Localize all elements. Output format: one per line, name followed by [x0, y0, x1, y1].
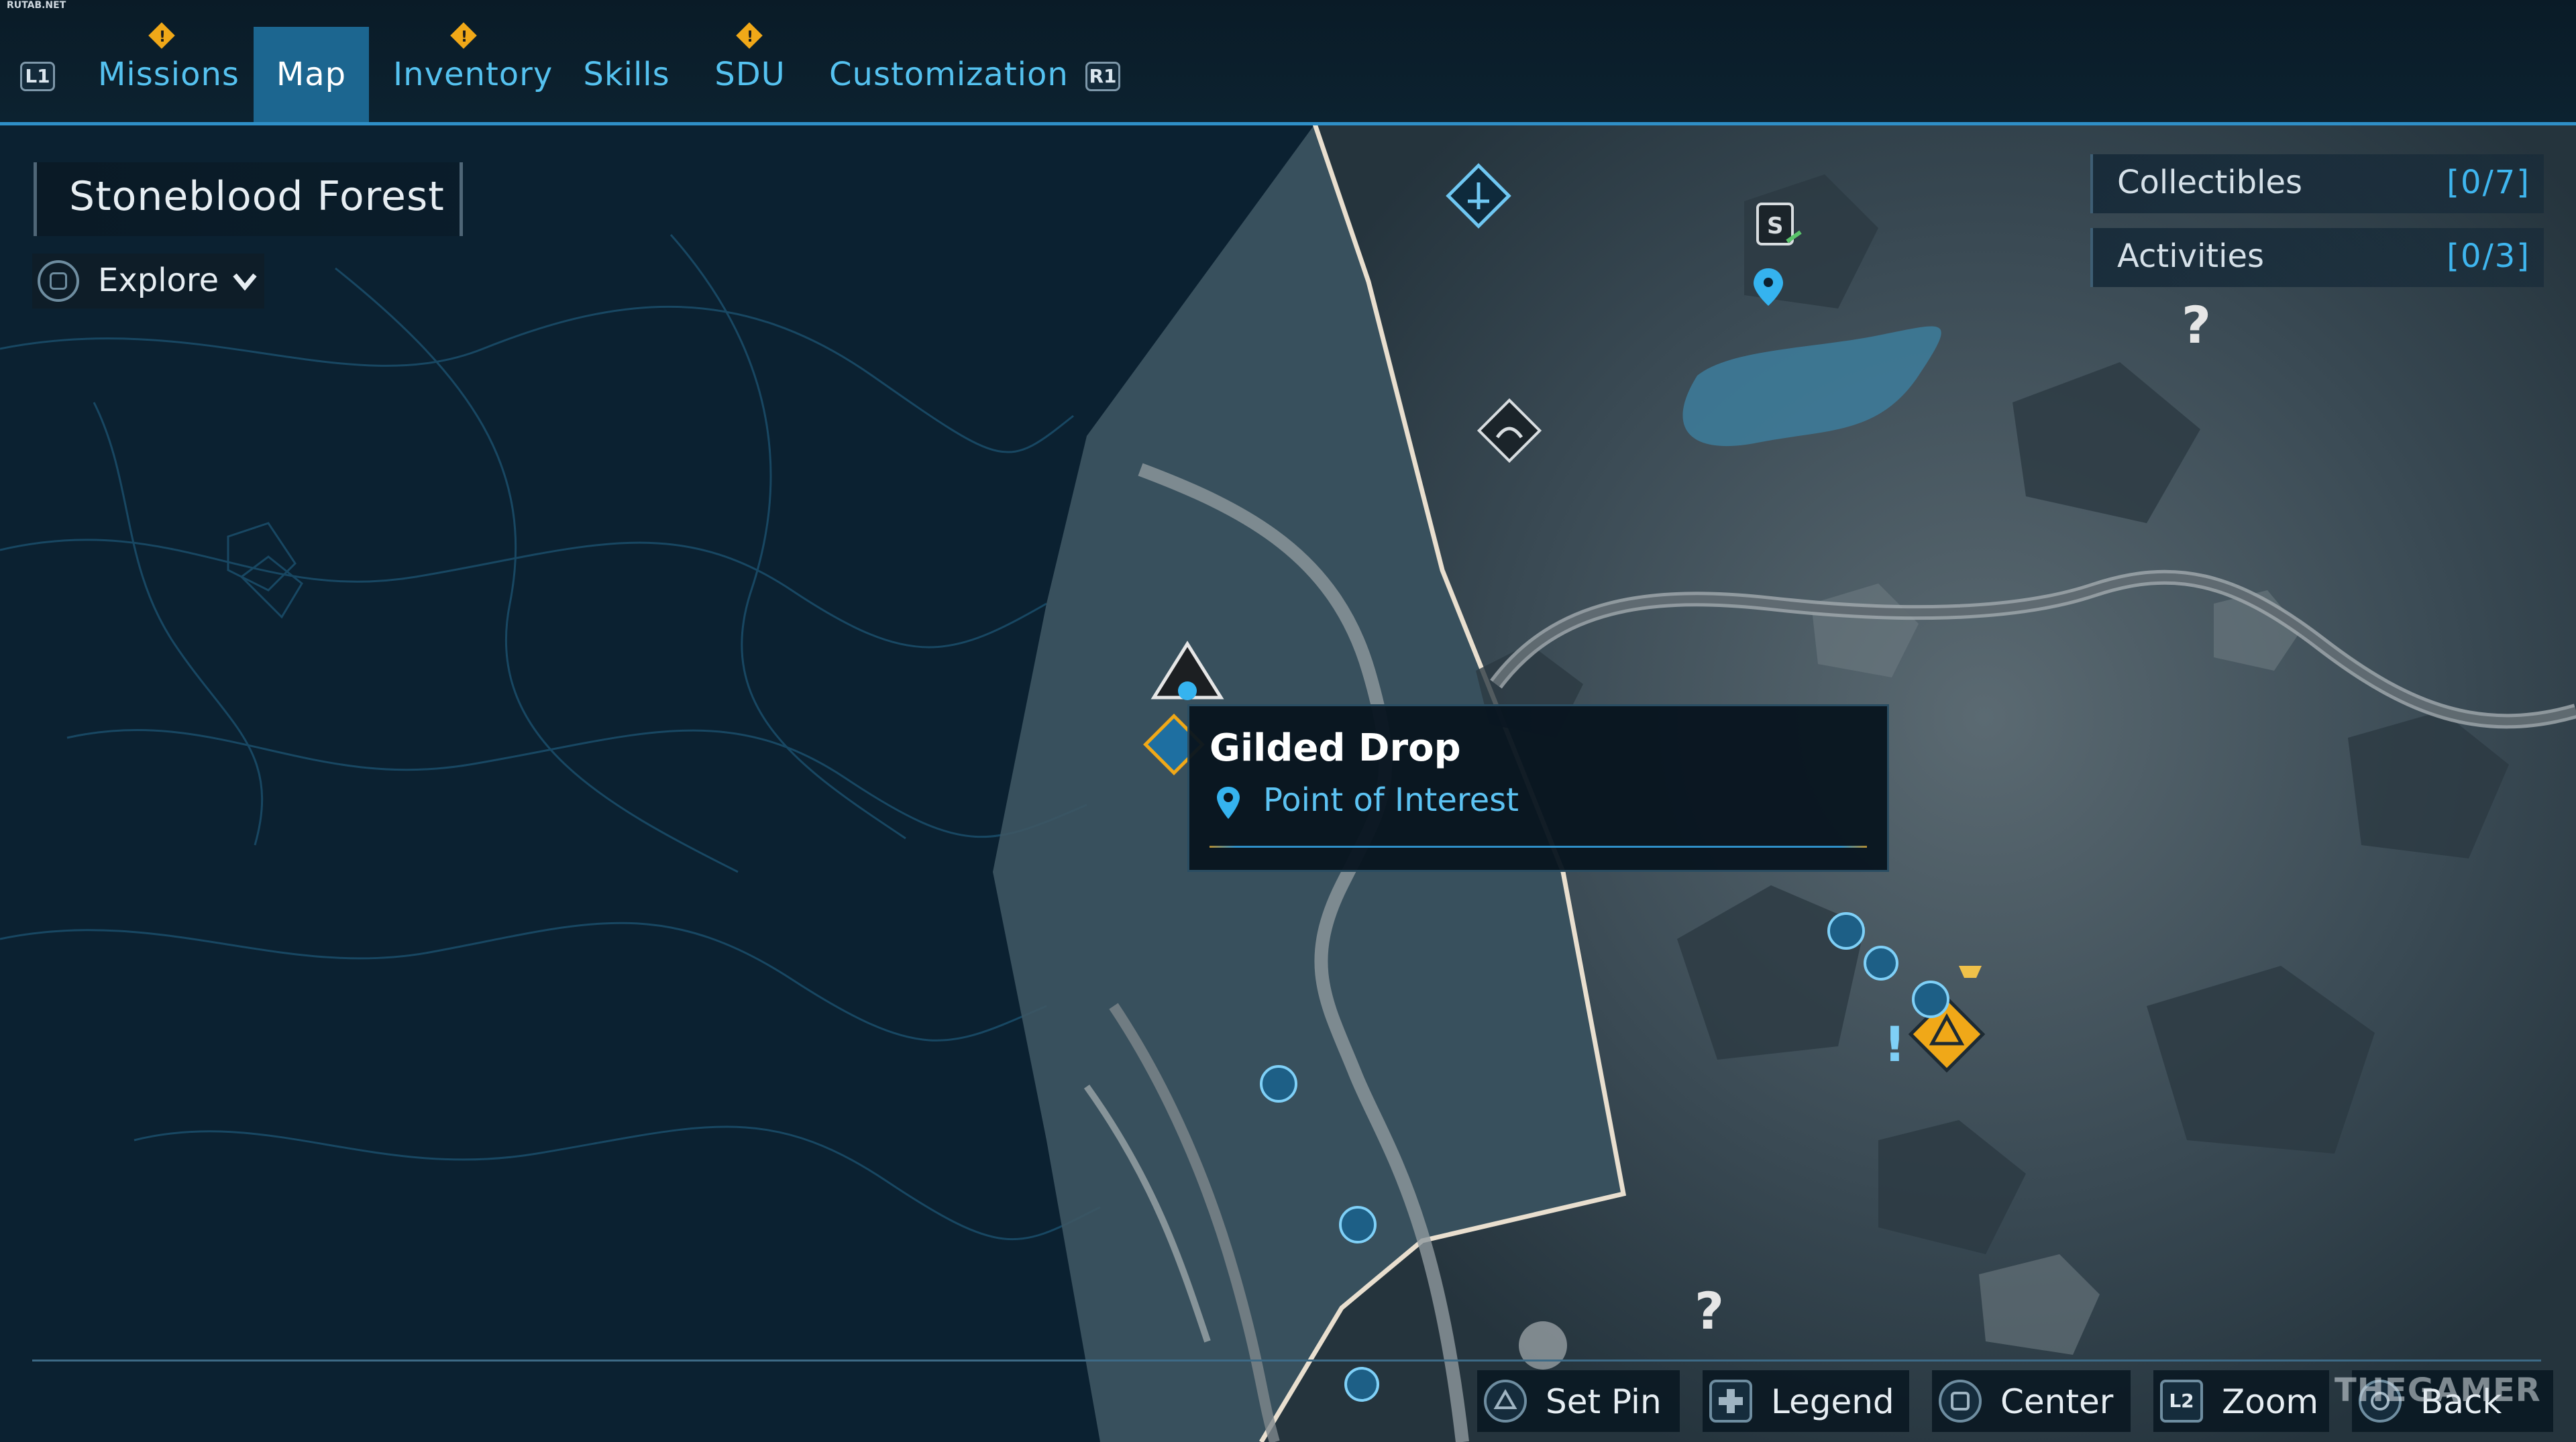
tab-missions[interactable]: Missions	[98, 27, 239, 122]
location-pin-icon	[1217, 787, 1240, 819]
region-title-panel: Stoneblood Forest	[34, 162, 463, 236]
l1-button-hint[interactable]: L1	[20, 62, 55, 91]
chevron-down-icon	[233, 273, 257, 291]
watermark-bottom: THEGAMER	[2334, 1372, 2541, 1409]
tab-map[interactable]: Map	[254, 27, 369, 122]
center-label: Center	[2000, 1382, 2114, 1421]
center-prompt[interactable]: Center	[1932, 1370, 2131, 1432]
square-button-icon	[1939, 1380, 1982, 1423]
collectibles-value: [0/7]	[2447, 164, 2530, 201]
svg-text:!: !	[1884, 1016, 1906, 1072]
location-tooltip: Gilded Drop Point of Interest	[1187, 704, 1889, 872]
tab-skills[interactable]: Skills	[582, 27, 671, 122]
unknown-location-marker[interactable]: ?	[1695, 1281, 1724, 1341]
collectibles-counter[interactable]: Collectibles [0/7]	[2090, 154, 2544, 213]
zoom-label: Zoom	[2222, 1382, 2319, 1421]
set-pin-label: Set Pin	[1546, 1382, 1662, 1421]
tooltip-divider	[1210, 846, 1867, 848]
landmark-marker	[1519, 1321, 1567, 1370]
activities-counter[interactable]: Activities [0/3]	[2090, 228, 2544, 287]
activities-label: Activities	[2117, 237, 2264, 275]
top-navigation: RUTAB.NET L1 ! Missions Map ! Inventory …	[0, 0, 2576, 125]
region-name: Stoneblood Forest	[69, 173, 445, 220]
explore-filter-dropdown[interactable]: Explore	[32, 254, 264, 309]
tab-sdu[interactable]: SDU	[712, 27, 788, 122]
tab-inventory[interactable]: Inventory	[393, 27, 552, 122]
bottom-divider	[32, 1360, 2541, 1362]
triangle-button-icon	[1484, 1380, 1527, 1423]
svg-text:S: S	[1767, 213, 1784, 239]
r1-button-hint[interactable]: R1	[1085, 62, 1120, 91]
collectibles-label: Collectibles	[2117, 164, 2302, 201]
legend-prompt[interactable]: Legend	[1703, 1370, 1909, 1432]
tooltip-title: Gilded Drop	[1210, 726, 1461, 770]
activities-value: [0/3]	[2447, 237, 2530, 275]
zoom-prompt[interactable]: L2 Zoom	[2153, 1370, 2329, 1432]
tab-customization[interactable]: Customization	[829, 27, 1068, 122]
dpad-icon	[1709, 1380, 1752, 1423]
tooltip-subtitle: Point of Interest	[1263, 781, 1519, 819]
watermark-top: RUTAB.NET	[7, 0, 66, 11]
set-pin-prompt[interactable]: Set Pin	[1477, 1370, 1680, 1432]
l2-button-icon: L2	[2160, 1380, 2203, 1423]
explore-label: Explore	[98, 262, 219, 299]
unknown-location-marker[interactable]: ?	[2182, 295, 2211, 355]
square-button-icon	[38, 260, 79, 302]
legend-label: Legend	[1771, 1382, 1894, 1421]
